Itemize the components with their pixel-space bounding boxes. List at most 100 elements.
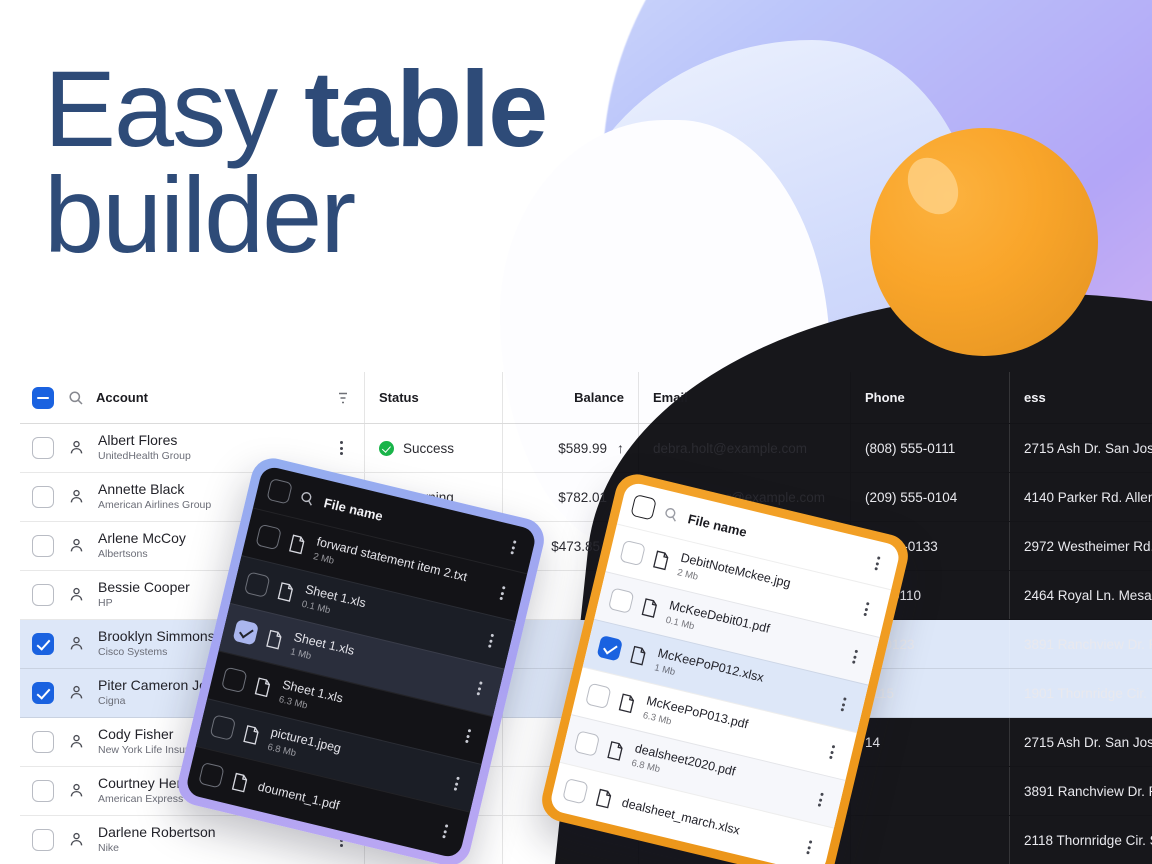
file-menu-icon[interactable] — [468, 677, 490, 699]
file-menu-icon[interactable] — [855, 598, 877, 620]
status-success-icon — [379, 440, 394, 456]
person-icon — [68, 439, 85, 456]
cell-address: 1901 Thornridge Cir. Shiloh — [1010, 669, 1152, 717]
balance-value: $589.99 — [558, 440, 607, 456]
cell-address: 2715 Ash Dr. San Jose, Sou — [1010, 718, 1152, 766]
sort-filter-icon[interactable] — [336, 390, 350, 406]
cell-balance: $589.99 ↑ — [503, 424, 639, 472]
account-org: HP — [98, 597, 113, 610]
status-label: Success — [403, 440, 455, 456]
balance-value: $473.85 — [551, 538, 600, 554]
document-icon — [594, 787, 615, 809]
cell-email: debra.holt@example.com — [639, 424, 851, 472]
column-header-balance[interactable]: Balance — [503, 372, 639, 423]
document-icon — [241, 723, 262, 745]
person-icon — [68, 488, 85, 505]
headline-line1-bold: table — [304, 48, 548, 169]
document-icon — [275, 580, 296, 602]
file-menu-icon[interactable] — [491, 582, 513, 604]
file-menu-icon[interactable] — [480, 630, 502, 652]
file-checkbox[interactable] — [209, 714, 237, 741]
row-checkbox[interactable] — [32, 437, 54, 459]
cell-address: 3891 Ranchview Dr. Richar — [1010, 620, 1152, 668]
file-menu-icon[interactable] — [844, 646, 866, 668]
select-all-checkbox[interactable] — [32, 386, 54, 409]
file-checkbox[interactable] — [573, 730, 601, 757]
person-icon — [68, 733, 85, 750]
file-menu-icon[interactable] — [457, 725, 479, 747]
column-header-address[interactable]: ess — [1010, 372, 1152, 423]
kebab-menu-icon[interactable] — [866, 552, 888, 574]
column-header-account[interactable]: Account — [20, 372, 365, 423]
account-name: Arlene McCoy — [98, 530, 186, 547]
address-value: 2464 Royal Ln. Mesa, New — [1024, 587, 1152, 603]
search-icon[interactable] — [662, 505, 680, 523]
file-menu-icon[interactable] — [832, 693, 854, 715]
file-select-all-checkbox[interactable] — [266, 478, 293, 505]
file-menu-icon[interactable] — [821, 741, 843, 763]
file-checkbox[interactable] — [596, 635, 624, 662]
row-checkbox[interactable] — [32, 584, 54, 606]
search-icon[interactable] — [68, 390, 84, 406]
address-value: 2715 Ash Dr. San Jose, Sou — [1024, 734, 1152, 750]
file-checkbox[interactable] — [255, 523, 282, 551]
row-checkbox[interactable] — [32, 633, 54, 655]
person-icon — [68, 635, 85, 652]
file-select-all-checkbox[interactable] — [630, 494, 657, 521]
file-checkbox[interactable] — [607, 587, 635, 614]
balance-trend-icon: ↑ — [617, 440, 624, 456]
email-value: debra.holt@example.com — [653, 440, 808, 456]
address-value: 4140 Parker Rd. Allentown, — [1024, 489, 1152, 505]
table-row[interactable]: Albert Flores UnitedHealth Group Success $5… — [20, 424, 1152, 473]
cell-address: 2715 Ash Dr. San Jose, Sou — [1010, 424, 1152, 472]
column-header-phone[interactable]: Phone — [851, 372, 1010, 423]
row-menu-icon[interactable] — [332, 439, 350, 457]
file-checkbox[interactable] — [619, 539, 646, 567]
row-checkbox[interactable] — [32, 829, 54, 851]
column-header-email-label: Email — [653, 390, 688, 405]
file-checkbox[interactable] — [585, 682, 612, 710]
table-row[interactable]: Annette BlackAmerican Airlines GroupWarn… — [20, 473, 1152, 522]
document-icon — [253, 676, 274, 698]
file-menu-icon[interactable] — [809, 789, 831, 811]
table-row[interactable]: Arlene McCoyAlbertsons$473.85→7) 555-013… — [20, 522, 1152, 571]
document-icon — [617, 692, 638, 714]
cell-address: 2972 Westheimer Rd. Sant — [1010, 522, 1152, 570]
column-header-status-label: Status — [379, 390, 419, 405]
file-checkbox[interactable] — [232, 619, 260, 646]
cell-address: 2118 Thornridge Cir. Syrac — [1010, 816, 1152, 864]
document-icon — [230, 771, 251, 793]
cell-account[interactable]: Albert Flores UnitedHealth Group — [20, 424, 365, 472]
file-checkbox[interactable] — [198, 761, 225, 789]
phone-value: 14 — [865, 734, 881, 750]
orange-sphere — [870, 128, 1098, 356]
file-checkbox[interactable] — [562, 777, 589, 805]
row-checkbox[interactable] — [32, 780, 54, 802]
file-menu-icon[interactable] — [445, 773, 467, 795]
row-checkbox[interactable] — [32, 486, 54, 508]
phone-value: (808) 555-0111 — [865, 440, 956, 456]
table-header: Account Status Balance Email Phone ess — [20, 372, 1152, 424]
account-org: Nike — [98, 842, 120, 855]
cell-address: 2464 Royal Ln. Mesa, New — [1010, 571, 1152, 619]
balance-value: $782.01 — [558, 489, 607, 505]
cell-phone: 14 — [851, 718, 1010, 766]
file-checkbox[interactable] — [221, 666, 248, 694]
row-checkbox[interactable] — [32, 535, 54, 557]
address-value: 2972 Westheimer Rd. Sant — [1024, 538, 1152, 554]
column-header-status[interactable]: Status — [365, 372, 503, 423]
file-menu-icon[interactable] — [798, 836, 820, 858]
row-checkbox[interactable] — [32, 682, 54, 704]
account-name: Albert Flores — [98, 432, 178, 449]
account-name: Darlene Robertson — [98, 824, 216, 841]
person-icon — [68, 684, 85, 701]
person-icon — [68, 537, 85, 554]
column-header-email[interactable]: Email — [639, 372, 851, 423]
kebab-menu-icon[interactable] — [502, 536, 524, 558]
column-header-account-label: Account — [96, 390, 148, 405]
row-checkbox[interactable] — [32, 731, 54, 753]
file-checkbox[interactable] — [243, 571, 271, 598]
file-menu-icon[interactable] — [434, 820, 456, 842]
search-icon[interactable] — [298, 489, 316, 507]
address-value: 2118 Thornridge Cir. Syrac — [1024, 832, 1152, 848]
